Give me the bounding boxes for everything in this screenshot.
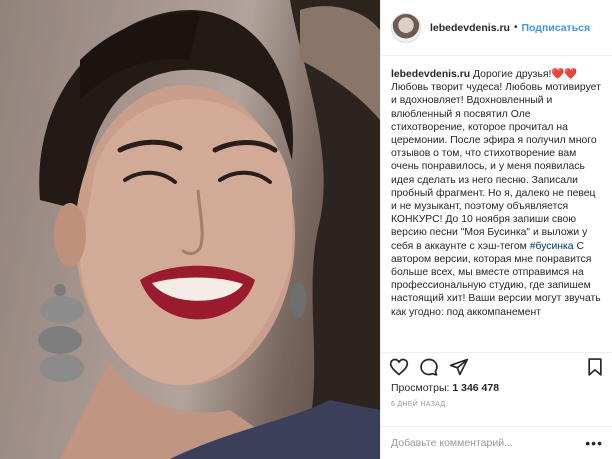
caption-text-part-2: С автором версии, которая мне понравится… (391, 240, 601, 318)
post-caption: lebedevdenis.ru Дорогие друзья!❤️❤️ Любо… (391, 68, 603, 351)
more-options-icon[interactable]: ••• (585, 435, 603, 451)
action-bar (381, 352, 612, 380)
views-count[interactable]: Просмотры: 1 346 478 (391, 382, 499, 394)
post-image (0, 0, 380, 459)
caption-text-part-1: Дорогие друзья!❤️❤️ Любовь творит чудеса… (391, 69, 601, 252)
share-icon[interactable] (449, 357, 469, 377)
avatar[interactable] (391, 12, 421, 43)
post-panel: lebedevdenis.ru • Подписаться lebedevden… (380, 0, 612, 459)
heart-icon[interactable] (389, 357, 409, 377)
comment-icon[interactable] (419, 357, 439, 377)
follow-button[interactable]: Подписаться (521, 22, 590, 34)
caption-username[interactable]: lebedevdenis.ru (391, 69, 470, 80)
header-separator: • (513, 22, 518, 33)
header-username[interactable]: lebedevdenis.ru (430, 22, 510, 34)
post-header: lebedevdenis.ru • Подписаться (381, 0, 612, 56)
views-number: 1 346 478 (452, 382, 500, 394)
post-video[interactable] (0, 0, 380, 459)
comment-bar: ••• (381, 426, 612, 459)
comment-input[interactable] (391, 437, 586, 449)
post-timestamp[interactable]: 6 дней назад (391, 401, 445, 408)
bookmark-icon[interactable] (585, 357, 605, 377)
views-label: Просмотры: (391, 382, 450, 394)
hashtag-link[interactable]: #бусинка (530, 241, 574, 252)
